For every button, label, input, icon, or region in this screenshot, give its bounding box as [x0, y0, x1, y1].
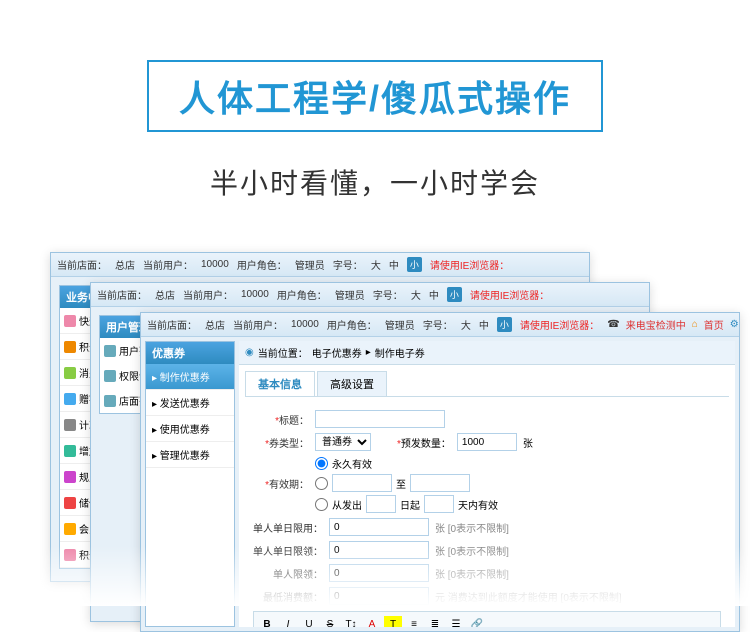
menu-icon — [104, 345, 116, 357]
title-input[interactable] — [315, 410, 445, 428]
menu-icon — [64, 341, 76, 353]
radio-range[interactable] — [315, 477, 328, 490]
home-icon[interactable]: ⌂ — [692, 319, 698, 330]
qty-input[interactable] — [457, 433, 517, 451]
hero-subtitle: 半小时看懂，一小时学会 — [0, 162, 750, 202]
days-duration-input[interactable] — [424, 495, 454, 513]
menu-icon — [64, 523, 76, 535]
italic-button[interactable]: I — [279, 616, 297, 627]
menu-icon — [64, 315, 76, 327]
topbar-3: 当前店面：总店 当前用户：10000 用户角色：管理员 字号： 大中 小 请使用… — [141, 313, 739, 337]
nav-coupon-header: 优惠券 — [146, 342, 234, 364]
menu-icon — [64, 471, 76, 483]
sidebar-item[interactable]: ▸ 管理优惠券 — [146, 442, 234, 468]
chevron-right-icon: ▸ — [366, 347, 371, 358]
align-center-button[interactable]: ≣ — [426, 616, 444, 627]
gear-icon[interactable]: ⚙ — [730, 319, 739, 330]
home-link[interactable]: 首页 — [704, 317, 724, 332]
days-start-input[interactable] — [366, 495, 396, 513]
sidebar-item[interactable]: ▸ 发送优惠券 — [146, 390, 234, 416]
underline-button[interactable]: U — [300, 616, 318, 627]
phone-icon: ☎ — [607, 319, 619, 330]
day-limit-input[interactable] — [329, 518, 429, 536]
location-icon: ◉ — [245, 347, 254, 358]
tab-basic[interactable]: 基本信息 — [245, 371, 315, 396]
menu-icon — [104, 395, 116, 407]
sidebar-item[interactable]: ▸ 使用优惠券 — [146, 416, 234, 442]
hero-title: 人体工程学/傻瓜式操作 — [179, 78, 571, 119]
hero-title-box: 人体工程学/傻瓜式操作 — [147, 60, 603, 132]
phone-status: 来电宝检测中 — [626, 317, 686, 332]
menu-icon — [64, 393, 76, 405]
menu-icon — [64, 419, 76, 431]
link-button[interactable]: 🔗 — [468, 616, 486, 627]
topbar-1: 当前店面：总店 当前用户：10000 用户角色：管理员 字号： 大中 小 请使用… — [51, 253, 589, 277]
menu-icon — [104, 370, 116, 382]
tabs: 基本信息 高级设置 — [245, 371, 729, 397]
bgcolor-button[interactable]: T — [384, 616, 402, 627]
menu-icon — [64, 445, 76, 457]
editor-toolbar: B I U S T↕ A T ≡ ≣ ☰ 🔗 — [253, 611, 721, 627]
radio-forever[interactable] — [315, 457, 328, 470]
bold-button[interactable]: B — [258, 616, 276, 627]
date-from-input[interactable] — [332, 474, 392, 492]
strike-button[interactable]: S — [321, 616, 339, 627]
type-select[interactable]: 普通券 — [315, 433, 371, 451]
fontsize-button[interactable]: T↕ — [342, 616, 360, 627]
menu-icon — [64, 497, 76, 509]
breadcrumb: ◉ 当前位置： 电子优惠券 ▸ 制作电子券 — [239, 341, 735, 365]
topbar-2: 当前店面：总店 当前用户：10000 用户角色：管理员 字号： 大中 小 请使用… — [91, 283, 649, 307]
align-left-button[interactable]: ≡ — [405, 616, 423, 627]
menu-icon — [64, 367, 76, 379]
fontcolor-button[interactable]: A — [363, 616, 381, 627]
sidebar-item[interactable]: ▸ 制作优惠券 — [146, 364, 234, 390]
list-button[interactable]: ☰ — [447, 616, 465, 627]
radio-days[interactable] — [315, 498, 328, 511]
tab-advanced[interactable]: 高级设置 — [317, 371, 387, 396]
date-to-input[interactable] — [410, 474, 470, 492]
